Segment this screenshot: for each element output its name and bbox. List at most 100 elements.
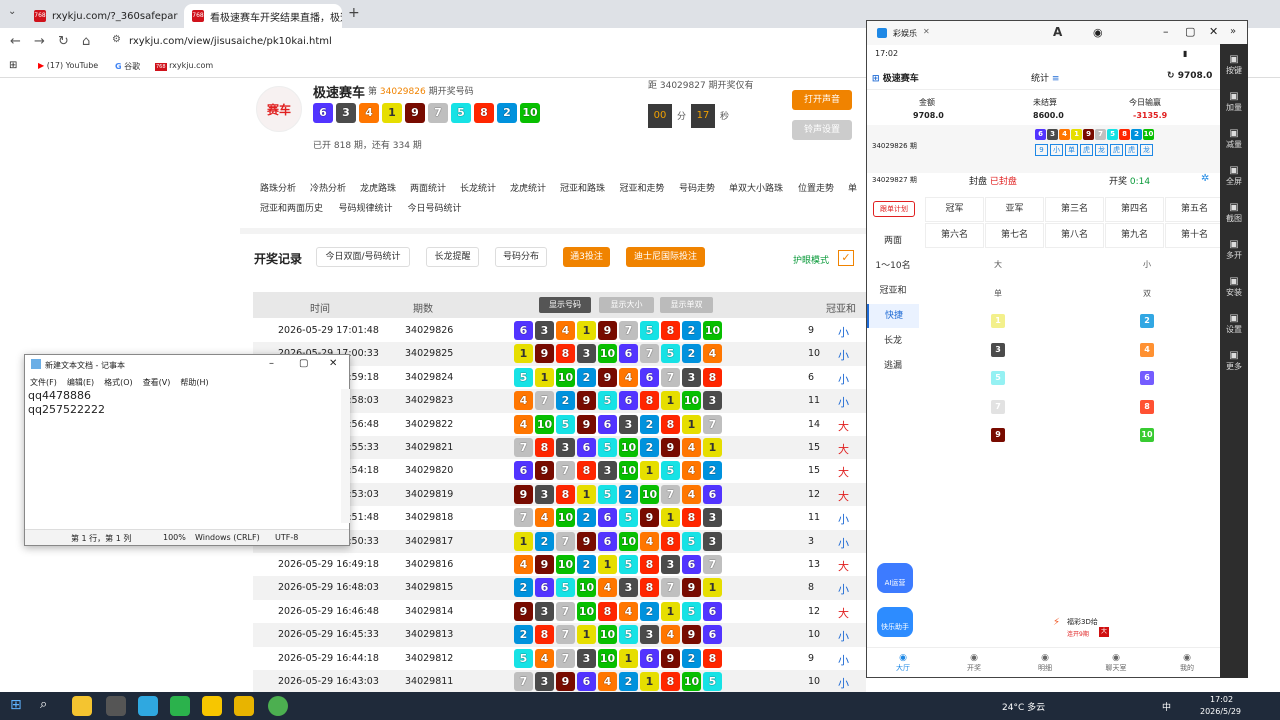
sidebar-tool[interactable]: ▣ 更多 — [1220, 350, 1248, 372]
number-ball[interactable]: 3 — [991, 342, 1005, 357]
close-icon[interactable]: ✕ — [923, 27, 930, 36]
clock-date[interactable]: 2026/5/29 — [1200, 707, 1241, 716]
menu-link[interactable]: 位置走势 — [798, 181, 834, 194]
bet-button-1[interactable]: 通3投注 — [563, 247, 610, 267]
number-distribution-button[interactable]: 号码分布 — [495, 247, 547, 267]
position-tab[interactable]: 第三名 — [1045, 197, 1104, 222]
position-tab[interactable]: 第六名 — [925, 223, 984, 248]
minimize-icon[interactable]: – — [1163, 25, 1169, 38]
sidebar-tool[interactable]: ▣ 减量 — [1220, 128, 1248, 150]
user-icon[interactable]: ◉ — [1093, 26, 1103, 39]
close-icon[interactable]: ✕ — [1209, 25, 1218, 38]
reload-icon[interactable]: ↻ — [58, 34, 69, 49]
show-size-button[interactable]: 显示大小 — [599, 297, 654, 313]
bottom-nav-item[interactable]: ◉ 大厅 — [881, 653, 925, 673]
long-dragon-alert-button[interactable]: 长龙提醒 — [426, 247, 479, 267]
today-stats-button[interactable]: 今日双面/号码统计 — [316, 247, 410, 267]
menu-link[interactable]: 号码规律统计 — [339, 201, 393, 214]
windows-start-icon[interactable]: ⊞ — [10, 697, 22, 713]
apps-icon[interactable]: ⊞ — [9, 60, 17, 71]
number-ball[interactable]: 6 — [1140, 371, 1154, 385]
clock-time[interactable]: 17:02 — [1210, 695, 1233, 704]
bet-button-2[interactable]: 迪士尼国际投注 — [626, 247, 705, 267]
balance[interactable]: ↻ 9708.0 — [1167, 71, 1212, 81]
menu-link[interactable]: 单双大小路珠 — [729, 181, 783, 194]
maximize-icon[interactable]: ▢ — [1185, 25, 1195, 38]
tab-list-icon[interactable]: ⌄ — [8, 6, 16, 17]
search-icon[interactable]: ⌕ — [40, 697, 47, 712]
left-menu-item[interactable]: 长龙 — [867, 329, 919, 353]
position-tab[interactable]: 第十名 — [1165, 223, 1224, 248]
left-menu-item[interactable]: 冠亚和 — [867, 279, 919, 303]
back-icon[interactable]: ← — [10, 34, 21, 49]
menu-link[interactable]: 冷热分析 — [310, 181, 346, 194]
show-numbers-button[interactable]: 显示号码 — [539, 297, 591, 313]
menu-link[interactable]: 冠亚和两面历史 — [260, 201, 323, 214]
wechat-icon[interactable] — [170, 696, 190, 716]
notepad-text[interactable]: qq4478886 qq257522222 — [27, 389, 345, 523]
home-icon[interactable]: ⌂ — [82, 34, 90, 49]
position-tab[interactable]: 亚军 — [985, 197, 1044, 222]
menu-link[interactable]: 冠亚和路珠 — [560, 181, 605, 194]
position-tab[interactable]: 第四名 — [1105, 197, 1164, 222]
new-tab-button[interactable]: + — [348, 5, 360, 21]
maximize-icon[interactable]: ▢ — [299, 358, 308, 369]
minimize-icon[interactable]: – — [269, 358, 274, 369]
tab-2[interactable]: 768看极速赛车开奖结果直播，极速✕ — [184, 4, 342, 28]
ringtone-settings-button[interactable]: 铃声设置 — [792, 120, 852, 140]
menu-link[interactable]: 龙虎统计 — [510, 181, 546, 194]
sidebar-tool[interactable]: ▣ 按键 — [1220, 54, 1248, 76]
bookmark-google[interactable]: G 谷歌 — [115, 61, 140, 72]
eye-mode-checkbox[interactable]: ✓ — [838, 250, 854, 266]
bottom-nav-item[interactable]: ◉ 聊天室 — [1094, 653, 1138, 673]
notepad-menu-item[interactable]: 格式(O) — [104, 378, 133, 387]
ai-assistant-button[interactable]: AI运营 — [877, 563, 913, 593]
number-ball[interactable]: 8 — [1140, 399, 1154, 414]
number-ball[interactable]: 2 — [1140, 314, 1154, 328]
left-menu-item[interactable]: 两面 — [867, 229, 919, 253]
sidebar-tool[interactable]: ▣ 加量 — [1220, 91, 1248, 113]
app-icon[interactable] — [138, 696, 158, 716]
menu-link[interactable]: 冠亚和走势 — [620, 181, 665, 194]
scrollbar[interactable] — [341, 389, 350, 523]
menu-link[interactable]: 今日号码统计 — [408, 201, 462, 214]
app-icon[interactable] — [72, 696, 92, 716]
left-menu-item[interactable]: 快捷 — [867, 304, 919, 328]
game-switcher[interactable]: ⊞ 极速赛车 — [872, 71, 919, 84]
show-oddeven-button[interactable]: 显示单双 — [660, 297, 713, 313]
app-icon[interactable] — [234, 696, 254, 716]
number-ball[interactable]: 5 — [991, 371, 1005, 385]
notepad-menu-item[interactable]: 查看(V) — [143, 378, 171, 387]
notepad-menu-item[interactable]: 编辑(E) — [67, 378, 94, 387]
chrome-icon[interactable] — [268, 696, 288, 716]
menu-link[interactable]: 龙虎路珠 — [360, 181, 396, 194]
settings-icon[interactable]: ✲ — [1201, 173, 1209, 184]
number-ball[interactable]: 7 — [991, 399, 1005, 414]
close-icon[interactable]: ✕ — [329, 358, 337, 369]
left-menu-item[interactable]: 逃漏 — [867, 354, 919, 378]
sidebar-tool[interactable]: ▣ 安装 — [1220, 276, 1248, 298]
app-icon[interactable] — [202, 696, 222, 716]
sidebar-tool[interactable]: ▣ 全屏 — [1220, 165, 1248, 187]
number-ball[interactable]: 1 — [991, 314, 1005, 328]
app-icon[interactable] — [106, 696, 126, 716]
menu-link[interactable]: 号码走势 — [679, 181, 715, 194]
sound-on-button[interactable]: 打开声音 — [792, 90, 852, 110]
site-info-icon[interactable]: ⚙ — [112, 34, 121, 45]
position-tab[interactable]: 第八名 — [1045, 223, 1104, 248]
lucky-helper-button[interactable]: 快乐助手 — [877, 607, 913, 637]
position-tab[interactable]: 第九名 — [1105, 223, 1164, 248]
menu-link[interactable]: 单 — [848, 181, 857, 194]
menu-link[interactable]: 两面统计 — [410, 181, 446, 194]
tab-1[interactable]: 768rxykju.com/?_360safeparam=✕ — [26, 4, 178, 28]
follow-plan-button[interactable]: 跟单计划 — [873, 201, 915, 217]
collapse-icon[interactable]: » — [1230, 26, 1236, 37]
menu-link[interactable]: 长龙统计 — [460, 181, 496, 194]
ime-language[interactable]: 中 — [1162, 700, 1171, 713]
forward-icon[interactable]: → — [34, 34, 45, 49]
url-text[interactable]: rxykju.com/view/jisusaiche/pk10kai.html — [129, 36, 332, 47]
position-tab[interactable]: 第七名 — [985, 223, 1044, 248]
bottom-nav-item[interactable]: ◉ 明细 — [1023, 653, 1067, 673]
stats-link[interactable]: 统计 ≡ — [1031, 71, 1059, 84]
number-ball[interactable]: 4 — [1140, 342, 1154, 357]
